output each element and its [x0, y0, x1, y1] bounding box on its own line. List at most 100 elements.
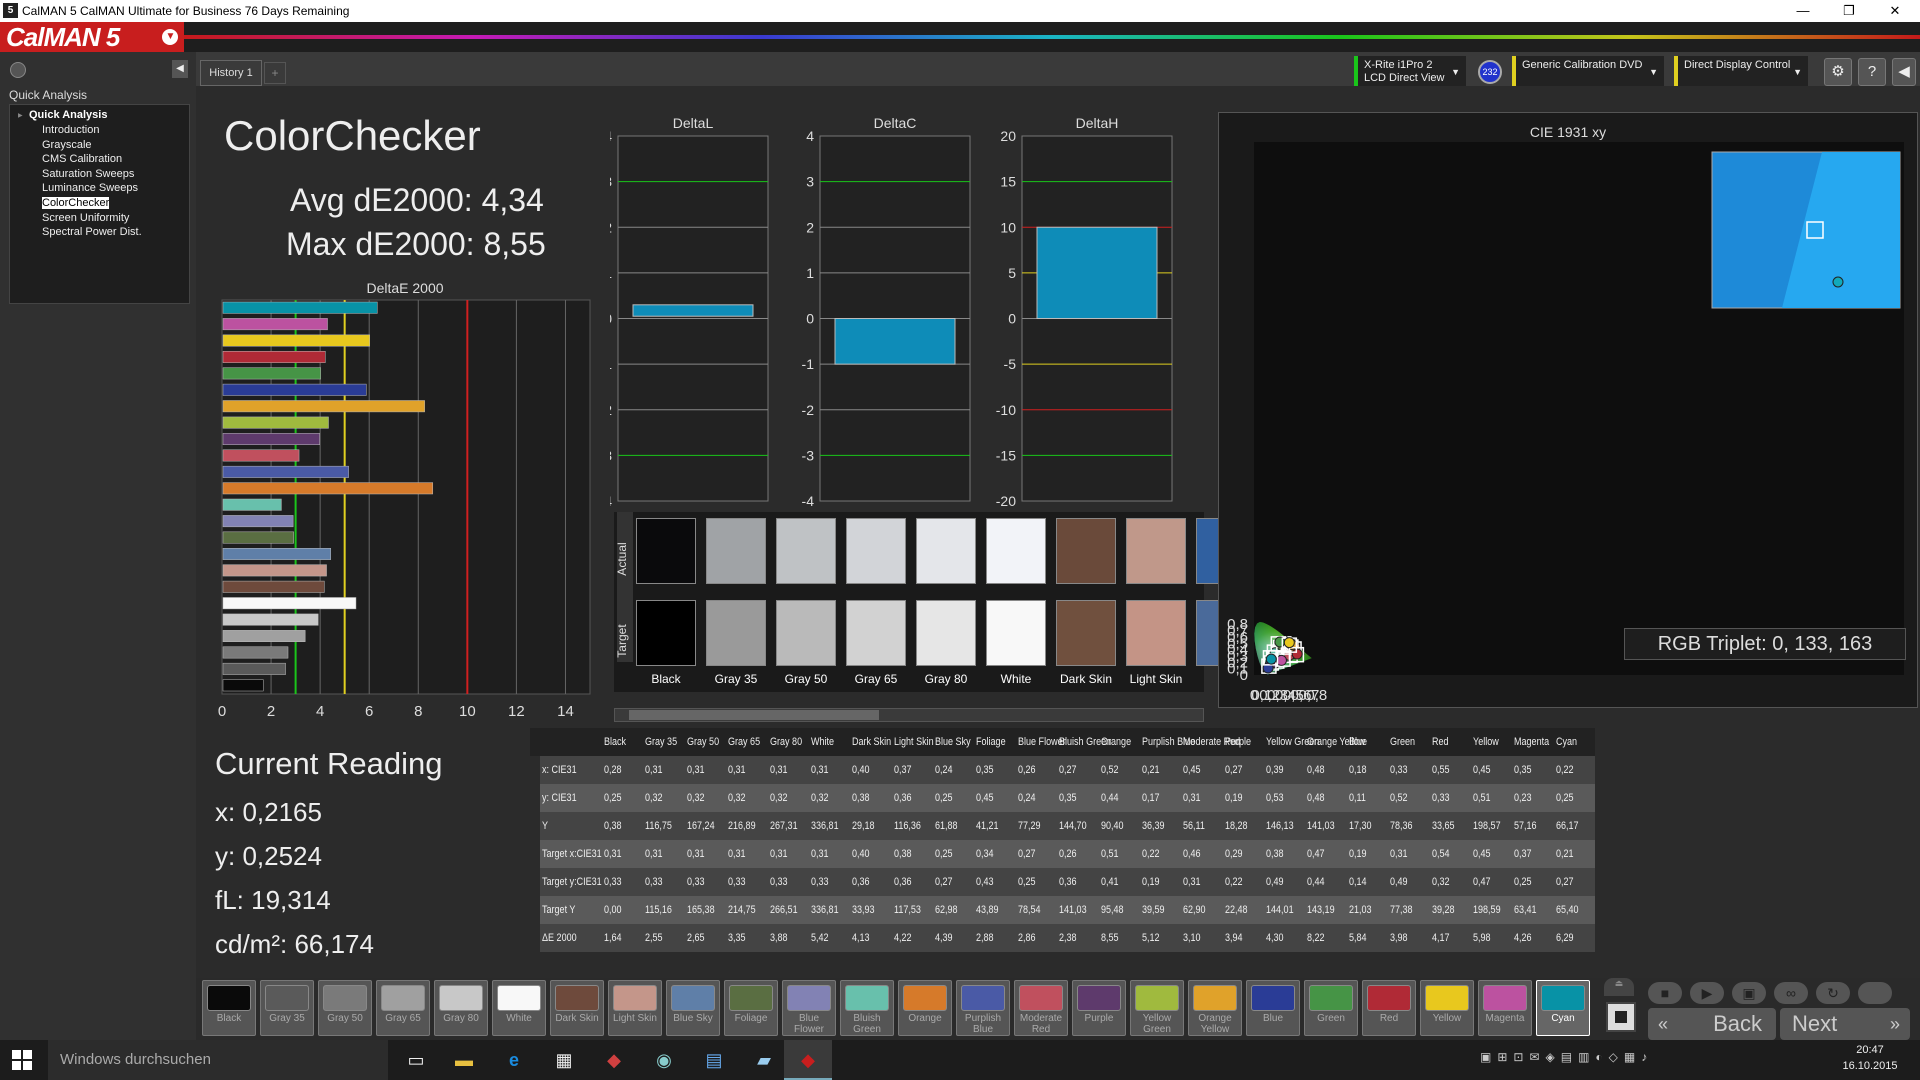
table-cell: 0,25	[1017, 876, 1036, 888]
eject-icon[interactable]: ⏏	[1604, 978, 1634, 996]
avg-de-readout: Avg dE2000: 4,34	[290, 182, 544, 218]
swatch-button-gray-80[interactable]: Gray 80	[434, 980, 488, 1036]
swatch-button-cyan[interactable]: Cyan	[1536, 980, 1590, 1036]
sidebar-item[interactable]: Screen Uniformity	[42, 212, 129, 224]
swatch-button-moderate-red[interactable]: Moderate Red	[1014, 980, 1068, 1036]
swatch-button-bluish-green[interactable]: Bluish Green	[840, 980, 894, 1036]
swatch-button-orange-yellow[interactable]: Orange Yellow	[1188, 980, 1242, 1036]
sidebar-item[interactable]: Introduction	[42, 124, 99, 136]
swatch-button-blue-flower[interactable]: Blue Flower	[782, 980, 836, 1036]
swatch-label: Black	[651, 672, 681, 686]
table-cell: 77,29	[1017, 820, 1041, 832]
tree-expand-icon[interactable]: ▶	[18, 112, 23, 119]
sidebar-item[interactable]: CMS Calibration	[42, 153, 122, 165]
swatch-button-yellow-green[interactable]: Yellow Green	[1130, 980, 1184, 1036]
swatch-button-gray-65[interactable]: Gray 65	[376, 980, 430, 1036]
table-cell: 1,64	[604, 932, 622, 944]
app-icon[interactable]: ◆	[602, 1048, 626, 1072]
swatch-button-purplish-blue[interactable]: Purplish Blue	[956, 980, 1010, 1036]
display-selector[interactable]: Direct Display Control ▼	[1674, 56, 1808, 88]
restore-button[interactable]: ❐	[1826, 0, 1872, 22]
sidebar-item[interactable]: ColorChecker	[42, 197, 110, 209]
table-cell: 3,35	[728, 932, 746, 944]
scrollbar-thumb[interactable]	[629, 710, 879, 720]
swatch-button-dark-skin[interactable]: Dark Skin	[550, 980, 604, 1036]
strip-scrollbar[interactable]	[614, 708, 1204, 722]
meter-badge[interactable]: 232	[1478, 60, 1502, 84]
record-icon[interactable]	[10, 62, 26, 78]
table-cell: 0,31	[645, 848, 663, 860]
clock-date[interactable]: 16.10.2015	[1830, 1060, 1910, 1072]
close-button[interactable]: ✕	[1872, 0, 1918, 22]
table-cell: 141,03	[1307, 820, 1335, 832]
swatch-button-label: Purple	[1084, 1013, 1114, 1024]
calman-taskbar-button[interactable]: ◆	[784, 1040, 832, 1080]
table-cell: 198,57	[1472, 820, 1501, 832]
windows-start-icon[interactable]	[12, 1050, 32, 1070]
table-cell: 336,81	[810, 820, 839, 832]
row-label: Target y:CIE31	[542, 876, 602, 888]
swatch-button-foliage[interactable]: Foliage	[724, 980, 778, 1036]
table-cell: 4,30	[1266, 932, 1284, 944]
loop-icon[interactable]: ∞	[1774, 982, 1808, 1004]
sidebar-group[interactable]: Quick Analysis	[29, 109, 107, 121]
app-icon[interactable]: ◉	[652, 1048, 676, 1072]
table-cell: 5,12	[1141, 932, 1160, 944]
task-view-icon[interactable]: ▭	[404, 1048, 428, 1072]
swatch-button-blue-sky[interactable]: Blue Sky	[666, 980, 720, 1036]
swatch-button-white[interactable]: White	[492, 980, 546, 1036]
swatch-button-gray-50[interactable]: Gray 50	[318, 980, 372, 1036]
x-tick-label: 0	[218, 703, 226, 720]
taskbar-search[interactable]: Windows durchsuchen	[48, 1040, 388, 1080]
play-icon[interactable]: ▶	[1690, 982, 1724, 1004]
back-button[interactable]: « Back	[1648, 1008, 1776, 1040]
table-cell: 18,28	[1224, 820, 1248, 832]
meter-selector[interactable]: X-Rite i1Pro 2 LCD Direct View ▼	[1354, 56, 1466, 88]
swatch-button-purple[interactable]: Purple	[1072, 980, 1126, 1036]
minimize-button[interactable]: —	[1780, 0, 1826, 22]
gear-icon[interactable]: ⚙	[1824, 58, 1852, 86]
sidebar-item[interactable]: Luminance Sweeps	[42, 182, 138, 194]
table-cell: 5,42	[810, 932, 829, 944]
clock-time[interactable]: 20:47	[1830, 1044, 1910, 1056]
swatch-button-yellow[interactable]: Yellow	[1420, 980, 1474, 1036]
calman-logo-menu[interactable]: CalMAN 5 ▼	[0, 22, 184, 52]
stop-icon[interactable]: ■	[1648, 982, 1682, 1004]
window-title: CalMAN 5 CalMAN Ultimate for Business 76…	[22, 4, 350, 18]
add-tab-button[interactable]: +	[264, 62, 286, 84]
table-cell: 0,47	[1307, 848, 1325, 860]
table-cell: 0,32	[769, 792, 788, 804]
tab-history-1[interactable]: History 1	[200, 60, 262, 86]
sidebar-item[interactable]: Spectral Power Dist.	[42, 226, 142, 238]
swatch-button-red[interactable]: Red	[1362, 980, 1416, 1036]
collapse-right-icon[interactable]: ◀	[1892, 58, 1916, 86]
bar-white	[222, 597, 357, 610]
file-explorer-icon[interactable]: ▬	[452, 1048, 476, 1072]
x-tick-label: 8	[414, 703, 422, 720]
app-icon[interactable]: ▰	[752, 1048, 776, 1072]
swatch-button-magenta[interactable]: Magenta	[1478, 980, 1532, 1036]
sidebar-item[interactable]: Saturation Sweeps	[42, 168, 134, 180]
next-button[interactable]: Next »	[1780, 1008, 1910, 1040]
stop-button[interactable]	[1606, 1002, 1636, 1032]
table-cell: 0,38	[604, 820, 622, 832]
blank-button[interactable]	[1858, 982, 1892, 1004]
table-cell: 43,89	[976, 904, 999, 916]
calculator-icon[interactable]: ▦	[552, 1048, 576, 1072]
swatch-button-orange[interactable]: Orange	[898, 980, 952, 1036]
collapse-sidebar-button[interactable]: ◀	[172, 60, 188, 78]
app-icon[interactable]: ▤	[702, 1048, 726, 1072]
source-selector[interactable]: Generic Calibration DVD ▼	[1512, 56, 1664, 88]
swatch-button-gray-35[interactable]: Gray 35	[260, 980, 314, 1036]
save-icon[interactable]: ▣	[1732, 982, 1766, 1004]
bar-blue-sky	[222, 548, 331, 560]
refresh-icon[interactable]: ↻	[1816, 982, 1850, 1004]
edge-icon[interactable]: e	[502, 1048, 526, 1072]
help-icon[interactable]: ?	[1858, 58, 1886, 86]
swatch-button-blue[interactable]: Blue	[1246, 980, 1300, 1036]
swatch-button-black[interactable]: Black	[202, 980, 256, 1036]
system-tray-icons[interactable]: ▣⊞⊡✉◈▤▥◐◇▦♪	[1480, 1050, 1800, 1070]
sidebar-item[interactable]: Grayscale	[42, 139, 92, 151]
swatch-button-light-skin[interactable]: Light Skin	[608, 980, 662, 1036]
swatch-button-green[interactable]: Green	[1304, 980, 1358, 1036]
